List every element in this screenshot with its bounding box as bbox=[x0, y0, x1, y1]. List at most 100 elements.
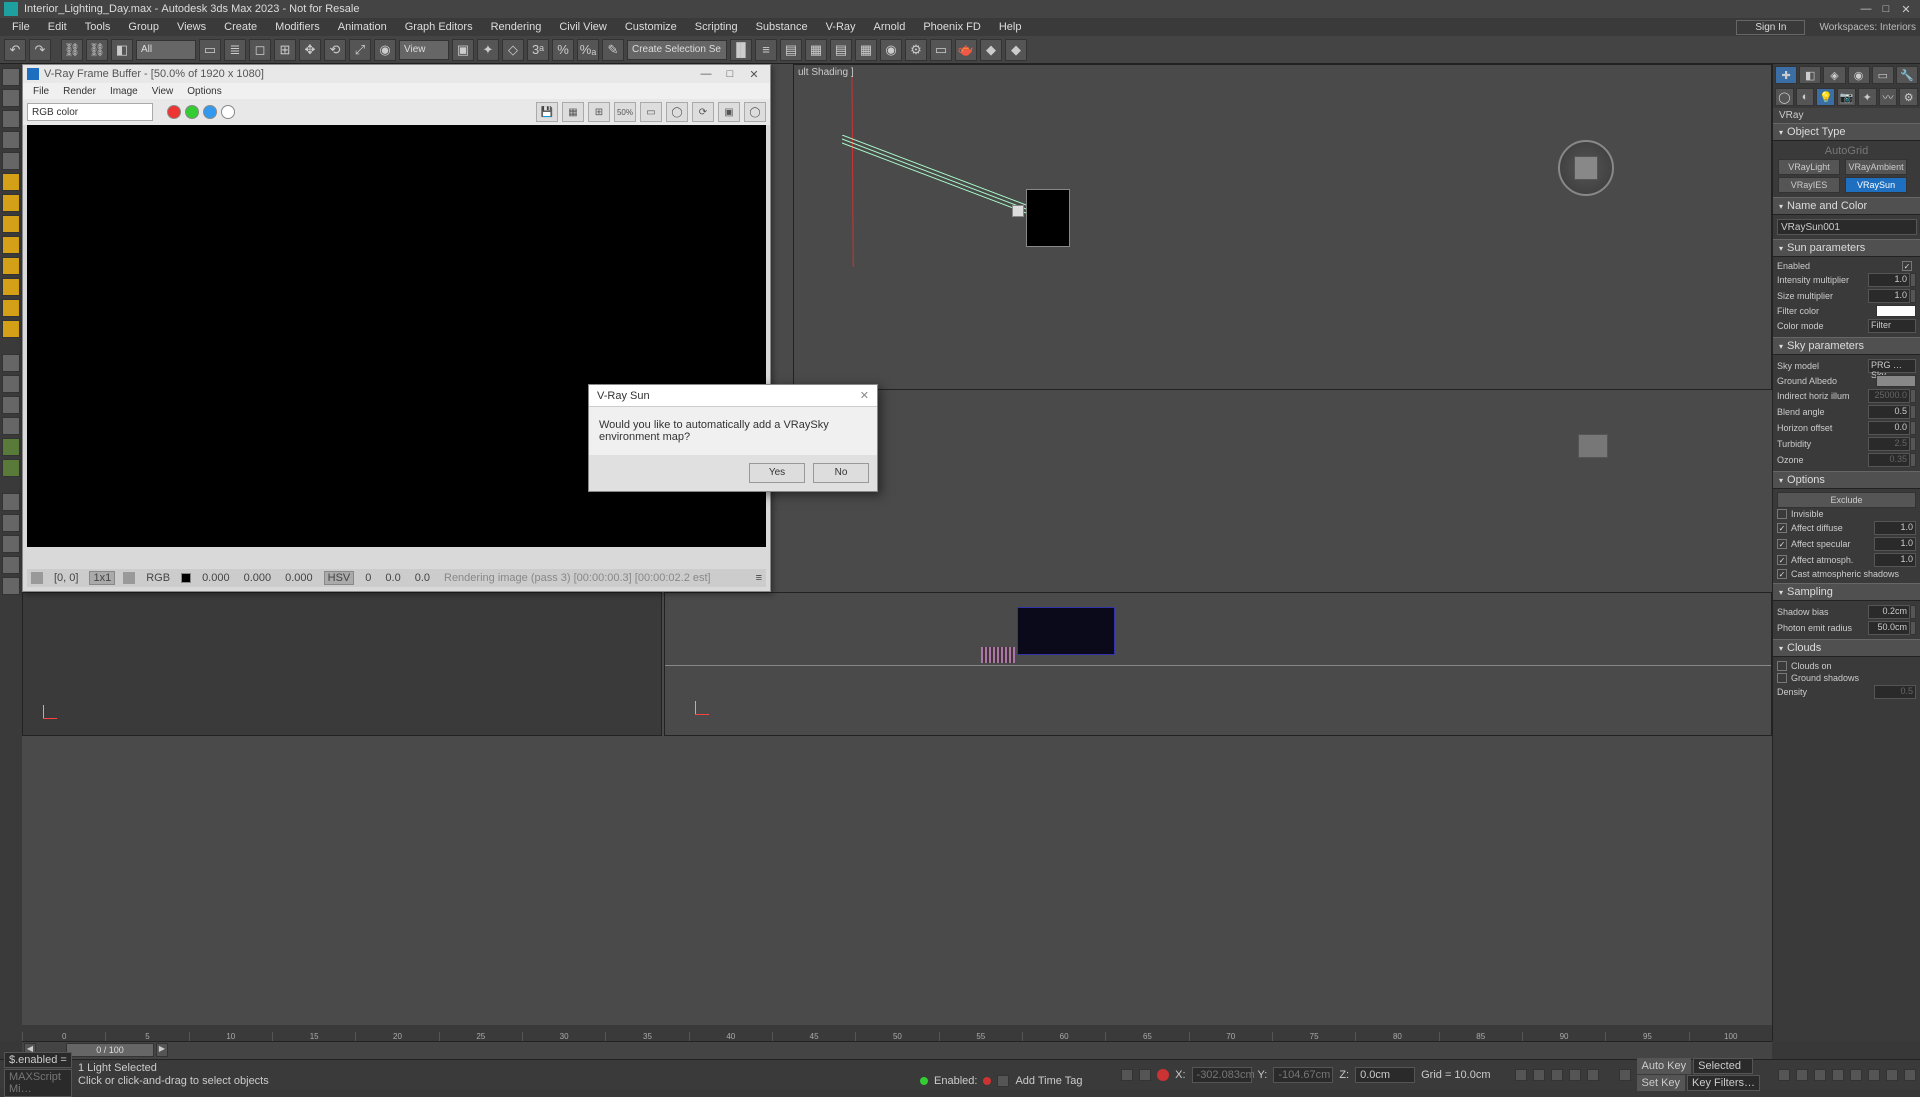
cameras-icon[interactable]: 📷 bbox=[1837, 88, 1856, 106]
viewport-nav-5[interactable] bbox=[1850, 1069, 1862, 1081]
vfb-hsv-dropdown[interactable]: HSV bbox=[324, 571, 355, 585]
z-coord-input[interactable]: 0.0cm bbox=[1355, 1067, 1415, 1083]
vfb-pixel-info-icon[interactable] bbox=[31, 572, 43, 584]
viewcube-face[interactable] bbox=[1574, 156, 1598, 180]
vfb-red-channel[interactable] bbox=[167, 105, 181, 119]
castatmos-check[interactable] bbox=[1777, 569, 1787, 579]
sampling-rollout[interactable]: Sampling bbox=[1773, 583, 1920, 601]
select-by-name-button[interactable]: ≣ bbox=[224, 39, 246, 61]
affectspecular-check[interactable] bbox=[1777, 539, 1787, 549]
crease-icon[interactable] bbox=[2, 110, 20, 128]
vray-toolbar-2[interactable]: ◆ bbox=[1005, 39, 1027, 61]
vfb-render-icon[interactable]: ◯ bbox=[744, 102, 766, 122]
viewport-perspective[interactable] bbox=[664, 592, 1772, 736]
vfb-channel-dropdown[interactable]: RGB color bbox=[27, 103, 153, 121]
vfb-menu-view[interactable]: View bbox=[146, 86, 180, 97]
cloudson-check[interactable] bbox=[1777, 661, 1787, 671]
bind-button[interactable]: ◧ bbox=[111, 39, 133, 61]
vfb-menu-options[interactable]: Options bbox=[181, 86, 227, 97]
photonemit-input[interactable]: 50.0cm bbox=[1868, 621, 1910, 635]
vfb-refresh-icon[interactable]: ⟳ bbox=[692, 102, 714, 122]
intensity-spinner[interactable] bbox=[1910, 273, 1916, 287]
motion-tab[interactable]: ◉ bbox=[1848, 66, 1870, 84]
shadowbias-spinner[interactable] bbox=[1910, 605, 1916, 619]
angle-snap-toggle[interactable]: 3ᵃ bbox=[527, 39, 549, 61]
invisible-check[interactable] bbox=[1777, 509, 1787, 519]
named-selection-dropdown[interactable]: Create Selection Se bbox=[627, 40, 727, 60]
horizonoffset-input[interactable]: 0.0 bbox=[1868, 421, 1910, 435]
vraylight-button[interactable]: VRayLight bbox=[1778, 159, 1840, 175]
vfb-menu-image[interactable]: Image bbox=[104, 86, 144, 97]
link-button[interactable]: ⛓ bbox=[61, 39, 83, 61]
selection-filter[interactable]: All bbox=[136, 40, 196, 60]
time-slider-track[interactable]: ◀ 0 / 100 ▶ bbox=[22, 1041, 1772, 1059]
tool-19-icon[interactable] bbox=[2, 459, 20, 477]
goto-start-button[interactable] bbox=[1515, 1069, 1527, 1081]
vfb-maximize-button[interactable]: □ bbox=[718, 68, 742, 80]
vfb-link-icon[interactable]: 50% bbox=[614, 102, 636, 122]
tool-10-icon[interactable] bbox=[2, 257, 20, 275]
key-target-dropdown[interactable]: Selected bbox=[1693, 1058, 1753, 1074]
turbidity-input[interactable]: 2.5 bbox=[1868, 437, 1910, 451]
menu-help[interactable]: Help bbox=[991, 21, 1030, 33]
toggle-ribbon-button[interactable]: ▦ bbox=[805, 39, 827, 61]
vfb-curve-icon[interactable] bbox=[123, 572, 135, 584]
vrayambient-button[interactable]: VRayAmbient bbox=[1845, 159, 1907, 175]
tool-18-icon[interactable] bbox=[2, 438, 20, 456]
select-object-button[interactable]: ▭ bbox=[199, 39, 221, 61]
vfb-save-icon[interactable]: 💾 bbox=[536, 102, 558, 122]
rotate-button[interactable]: ⟲ bbox=[324, 39, 346, 61]
mirror-button[interactable]: ▐▌ bbox=[730, 39, 752, 61]
utilities-tab[interactable]: 🔧 bbox=[1896, 66, 1918, 84]
object-name-input[interactable] bbox=[1777, 219, 1917, 235]
snap-toggle[interactable]: ◇ bbox=[502, 39, 524, 61]
tool-16-icon[interactable] bbox=[2, 396, 20, 414]
affectdiffuse-input[interactable]: 1.0 bbox=[1874, 521, 1916, 535]
vfb-close-button[interactable]: ✕ bbox=[742, 68, 766, 81]
tool-21-icon[interactable] bbox=[2, 514, 20, 532]
render-setup-button[interactable]: ⚙ bbox=[905, 39, 927, 61]
window-crossing-button[interactable]: ⊞ bbox=[274, 39, 296, 61]
affectspecular-input[interactable]: 1.0 bbox=[1874, 537, 1916, 551]
photonemit-spinner[interactable] bbox=[1910, 621, 1916, 635]
modify-tab[interactable]: ◧ bbox=[1799, 66, 1821, 84]
indirecthoriz-input[interactable]: 25000.0 bbox=[1868, 389, 1910, 403]
redo-button[interactable]: ↷ bbox=[29, 39, 51, 61]
tool-14-icon[interactable] bbox=[2, 354, 20, 372]
undo-button[interactable]: ↶ bbox=[4, 39, 26, 61]
yes-button[interactable]: Yes bbox=[749, 463, 805, 483]
blendangle-spinner[interactable] bbox=[1910, 405, 1916, 419]
scene-explorer-icon[interactable] bbox=[2, 68, 20, 86]
ref-coord-dropdown[interactable]: View bbox=[399, 40, 449, 60]
intensity-input[interactable]: 1.0 bbox=[1868, 273, 1910, 287]
affectatmos-input[interactable]: 1.0 bbox=[1874, 553, 1916, 567]
maximize-button[interactable]: □ bbox=[1876, 3, 1896, 15]
shapes-icon[interactable]: ◐ bbox=[1796, 88, 1815, 106]
viewport-nav-8[interactable] bbox=[1904, 1069, 1916, 1081]
vfb-menu-file[interactable]: File bbox=[27, 86, 55, 97]
signin-button[interactable]: Sign In bbox=[1736, 20, 1805, 35]
shadowbias-input[interactable]: 0.2cm bbox=[1868, 605, 1910, 619]
sizemul-spinner[interactable] bbox=[1910, 289, 1916, 303]
vfb-layer-dropdown[interactable]: 1x1 bbox=[89, 571, 115, 585]
time-slider[interactable]: 0 / 100 bbox=[66, 1043, 154, 1057]
name-color-rollout[interactable]: Name and Color bbox=[1773, 197, 1920, 215]
menu-group[interactable]: Group bbox=[120, 21, 167, 33]
tool-13-icon[interactable] bbox=[2, 320, 20, 338]
viewport-nav-2[interactable] bbox=[1796, 1069, 1808, 1081]
vfb-blue-channel[interactable] bbox=[203, 105, 217, 119]
minimize-button[interactable]: — bbox=[1856, 3, 1876, 15]
blendangle-input[interactable]: 0.5 bbox=[1868, 405, 1910, 419]
spinner-snap-toggle[interactable]: %ₐ bbox=[577, 39, 599, 61]
spacewarps-icon[interactable]: 〰 bbox=[1879, 88, 1898, 106]
groundalbedo-swatch[interactable] bbox=[1876, 375, 1916, 387]
maxscript-input-2[interactable]: MAXScript Mi… bbox=[4, 1069, 72, 1097]
align-button[interactable]: ≡ bbox=[755, 39, 777, 61]
vrayies-button[interactable]: VRayIES bbox=[1778, 177, 1840, 193]
create-tab[interactable]: ✚ bbox=[1775, 66, 1797, 84]
menu-substance[interactable]: Substance bbox=[748, 21, 816, 33]
lights-icon[interactable]: 💡 bbox=[1816, 88, 1835, 106]
material-editor-button[interactable]: ◉ bbox=[880, 39, 902, 61]
no-button[interactable]: No bbox=[813, 463, 869, 483]
vfb-track-icon[interactable]: ◯ bbox=[666, 102, 688, 122]
